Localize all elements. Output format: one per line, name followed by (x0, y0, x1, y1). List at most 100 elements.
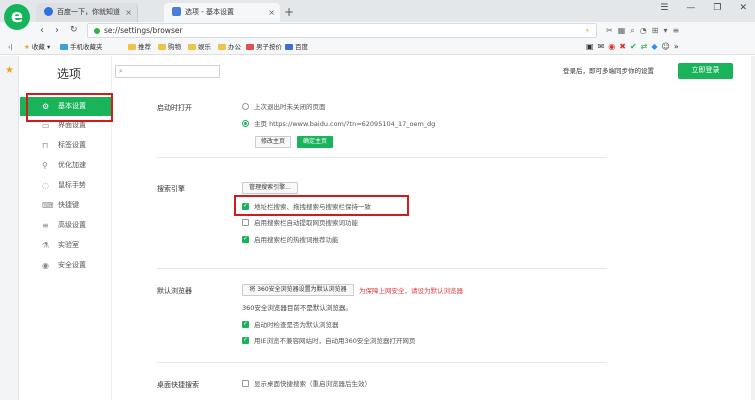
back-icon[interactable]: ‹ (40, 22, 44, 39)
confirm-home-button[interactable]: 确定主页 (297, 136, 333, 148)
lab-icon: ⚗ (42, 241, 50, 250)
address-bar[interactable]: se://settings/browser ⚡ (87, 23, 597, 38)
option-check-default[interactable]: 启动时检查是否为默认浏览器 (242, 319, 339, 330)
scan-icon[interactable]: ⊞ (652, 22, 659, 39)
search-option-hot-words[interactable]: 启用搜索栏的热搜词推荐功能 (242, 234, 339, 245)
login-button[interactable]: 立即登录 (678, 63, 733, 79)
bookmark-item[interactable]: 娱乐 (188, 39, 211, 55)
navigation-bar: ‹ › ↻ se://settings/browser ⚡ ✂ ▦ ⌕ ◔ ⊞ … (0, 22, 755, 39)
checkbox-check-default[interactable] (242, 319, 249, 329)
checkbox-hot-words[interactable] (242, 234, 249, 244)
set-default-browser-button[interactable]: 将 360安全浏览器设置为默认浏览器 (242, 284, 354, 296)
game-icon[interactable]: ◆ (651, 39, 657, 55)
close-tab-icon[interactable]: × (268, 3, 275, 22)
bookmark-item[interactable]: 购物 (158, 39, 181, 55)
mail-icon[interactable]: ✉ (598, 39, 605, 55)
more-icon[interactable]: » (674, 39, 679, 55)
sidebar-item-mouse[interactable]: ◌ 鼠标手势 (20, 176, 112, 195)
bookmarks-menu[interactable]: ★ 收藏 ▾ (24, 39, 50, 55)
close-window-icon[interactable]: ✕ (739, 3, 747, 13)
checkbox-auto-fetch[interactable] (242, 219, 249, 226)
tab-title: 百度一下，你就知道 (57, 8, 120, 16)
default-browser-status: 360安全浏览器目前不是默认浏览器。 (242, 304, 352, 312)
highlight-box-search (234, 195, 409, 216)
baidu-favicon-icon (44, 7, 53, 16)
search-icon: ⌕ (119, 67, 123, 75)
chat-icon[interactable]: ☺ (662, 39, 670, 55)
eye-icon[interactable]: ◉ (608, 39, 615, 55)
checkbox-desktop-search[interactable] (242, 380, 249, 387)
sliders-icon: ≡ (42, 221, 49, 230)
folder-icon (158, 44, 166, 50)
window-controls: ☰ — ❐ ✕ (660, 3, 747, 13)
toolbar-extensions: ▣ ✉ ◉ ✖ ✔ ⇄ ◆ ☺ » (586, 39, 679, 55)
settings-search-input[interactable]: ⌕ (115, 65, 220, 78)
tag-icon: ⊓ (42, 141, 49, 150)
restore-icon[interactable]: ❐ (713, 3, 721, 13)
baidu-icon (285, 44, 293, 50)
page-scrollbar[interactable] (751, 56, 755, 400)
lightning-icon[interactable]: ⚡ (585, 24, 590, 37)
menu-icon[interactable]: ☰ (660, 3, 668, 13)
search-engine-heading: 搜索引擎 (157, 185, 185, 193)
option-desktop-search[interactable]: 显示桌面快捷搜索（重启浏览器后生效） (242, 379, 371, 389)
tab-baidu[interactable]: 百度一下，你就知道 × (36, 3, 138, 22)
bookmark-toggle-icon[interactable]: ‹| (8, 39, 13, 55)
close-tab-icon[interactable]: × (125, 3, 132, 22)
login-hint: 登录后，即可多端同步你的设置 (563, 67, 654, 75)
manage-search-engines-button[interactable]: 管理搜索引擎... (242, 182, 298, 194)
mouse-icon: ◌ (42, 181, 49, 190)
url-text: se://settings/browser (104, 26, 183, 35)
block-icon[interactable]: ✖ (619, 39, 626, 55)
folder-icon (128, 44, 136, 50)
sidebar-item-advanced[interactable]: ≡ 高级设置 (20, 216, 112, 235)
folder-icon (188, 44, 196, 50)
shield-icon[interactable]: ◔ (640, 22, 647, 39)
translate-icon[interactable]: ⇄ (641, 39, 648, 55)
search-icon[interactable]: ⌕ (630, 22, 634, 39)
sidebar-item-shortcuts[interactable]: ⌨ 快捷键 (20, 196, 112, 215)
favorites-strip: ★ (0, 56, 19, 400)
screenshot-icon[interactable]: ▣ (586, 39, 594, 55)
startup-option-home[interactable]: 主页 https://www.baidu.com/?tn=62095104_17… (242, 119, 435, 129)
sidebar-item-security[interactable]: ◉ 安全设置 (20, 256, 112, 275)
more-icon[interactable]: ▾ (663, 22, 667, 39)
bookmark-bar: ‹| ★ 收藏 ▾ 手机收藏夹 推荐 购物 娱乐 办公 男子按价 百度 ▣ ✉ … (0, 39, 755, 55)
radio-home[interactable] (242, 120, 249, 127)
option-ie-compat[interactable]: 用IE浏览不兼容网站时，自动用360安全浏览器打开网页 (242, 335, 415, 346)
sidebar-title: 选项 (57, 67, 82, 81)
edit-home-button[interactable]: 修改主页 (255, 136, 291, 148)
highlight-box-sidebar (26, 93, 113, 122)
folder-icon (218, 44, 226, 50)
browser-logo[interactable]: e (4, 4, 30, 30)
tab-title: 选项 - 基本设置 (185, 8, 234, 16)
checkbox-ie-compat[interactable] (242, 335, 249, 345)
bookmark-item[interactable]: 推荐 (128, 39, 151, 55)
refresh-icon[interactable]: ↻ (70, 22, 78, 39)
nav-tools: ✂ ▦ ⌕ ◔ ⊞ ▾ ≡ (606, 22, 679, 39)
favorites-star-icon[interactable]: ★ (5, 65, 14, 76)
rocket-icon: ⚲ (42, 161, 48, 170)
menu-icon[interactable]: ≡ (672, 22, 679, 39)
minimize-icon[interactable]: — (686, 3, 695, 13)
bookmark-item[interactable]: 男子按价 (246, 39, 282, 55)
tab-settings[interactable]: 选项 - 基本设置 × (164, 3, 280, 22)
shield-icon: ◉ (42, 261, 49, 270)
phone-icon (60, 44, 68, 50)
forward-icon[interactable]: › (55, 22, 59, 39)
shield-check-icon[interactable]: ✔ (630, 39, 637, 55)
search-option-auto-fetch[interactable]: 启用搜索栏自动提取网页搜索词功能 (242, 218, 358, 228)
grid-icon[interactable]: ▦ (618, 22, 626, 39)
scissors-icon[interactable]: ✂ (606, 22, 613, 39)
radio-restore[interactable] (242, 103, 249, 110)
new-tab-button[interactable]: + (284, 3, 294, 22)
sidebar-item-lab[interactable]: ⚗ 实验室 (20, 236, 112, 255)
sidebar-item-tabs[interactable]: ⊓ 标签设置 (20, 136, 112, 155)
default-browser-heading: 默认浏览器 (157, 287, 192, 295)
sidebar-item-speed[interactable]: ⚲ 优化加速 (20, 156, 112, 175)
secure-icon (94, 28, 100, 34)
startup-option-restore[interactable]: 上次退出时未关闭的页面 (242, 102, 326, 112)
bookmark-item[interactable]: 手机收藏夹 (60, 39, 103, 55)
bookmark-item[interactable]: 百度 (285, 39, 308, 55)
bookmark-item[interactable]: 办公 (218, 39, 241, 55)
